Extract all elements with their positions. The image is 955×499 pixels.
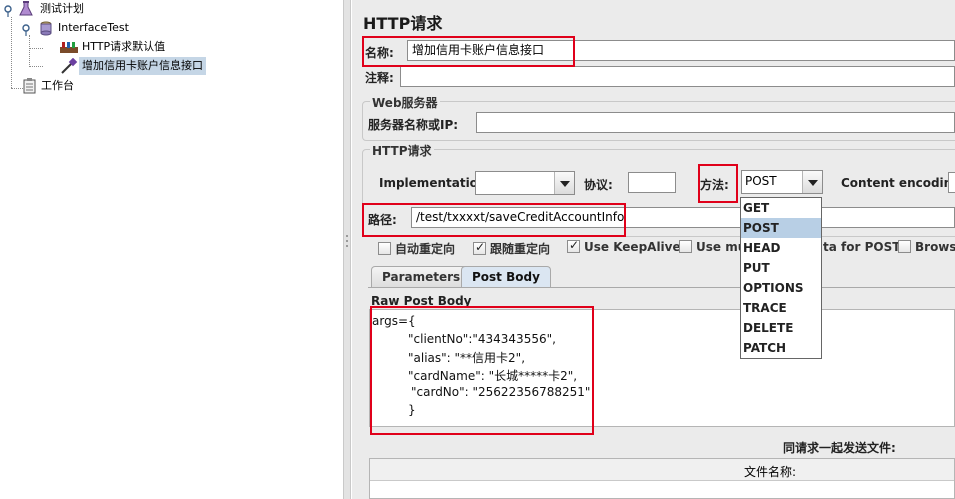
- method-dropdown-list[interactable]: GET POST HEAD PUT OPTIONS TRACE DELETE PATCH: [740, 197, 822, 359]
- tree-item-sampler[interactable]: 增加信用卡账户信息接口: [0, 57, 220, 75]
- comment-field[interactable]: [400, 66, 955, 87]
- splitter-grip: [346, 245, 348, 247]
- checkbox-icon: [898, 240, 911, 253]
- tree-item-thread-group[interactable]: InterfaceTest: [0, 19, 200, 37]
- tab-parameters[interactable]: Parameters: [371, 266, 472, 288]
- checkbox-icon: [378, 242, 391, 255]
- flask-icon: [18, 1, 34, 17]
- tree-label: InterfaceTest: [58, 21, 129, 34]
- tree-label: 测试计划: [40, 2, 84, 15]
- tree-item-test-plan[interactable]: 测试计划: [0, 0, 200, 18]
- comment-label: 注释:: [365, 71, 394, 85]
- method-option[interactable]: POST: [741, 218, 821, 238]
- keepalive-checkbox[interactable]: Use KeepAlive: [567, 238, 681, 256]
- method-label: 方法:: [700, 178, 729, 192]
- splitter-grip: [346, 235, 348, 237]
- tab-divider: [368, 287, 955, 288]
- pipette-icon: [60, 57, 78, 74]
- method-option[interactable]: PATCH: [741, 338, 821, 358]
- checkbox-label: Browse: [915, 240, 955, 254]
- body-line: "cardNo": "25622356788251": [411, 385, 591, 399]
- body-line: args={: [372, 314, 416, 328]
- method-select[interactable]: POST: [741, 170, 823, 194]
- tree-item-http-defaults[interactable]: HTTP请求默认值: [0, 38, 200, 56]
- content-encoding-label: Content encoding:: [841, 176, 955, 190]
- send-files-label: 同请求一起发送文件:: [783, 441, 896, 455]
- expand-toggle-icon[interactable]: [22, 20, 38, 36]
- name-label: 名称:: [365, 46, 394, 60]
- checkbox-icon: [679, 240, 692, 253]
- splitter-grip: [346, 240, 348, 242]
- name-field[interactable]: 增加信用卡账户信息接口: [407, 40, 955, 61]
- protocol-field[interactable]: [628, 172, 676, 193]
- method-option[interactable]: PUT: [741, 258, 821, 278]
- raw-post-body-label: Raw Post Body: [371, 294, 472, 308]
- checkbox-checked-icon: [567, 238, 580, 253]
- server-field[interactable]: [476, 112, 955, 133]
- body-line: }: [408, 403, 416, 417]
- protocol-label: 协议:: [584, 178, 613, 192]
- path-label: 路径:: [368, 213, 397, 227]
- multipart-label-tail: ta for POST: [823, 240, 901, 254]
- web-server-group-title: Web服务器: [370, 94, 440, 111]
- method-option[interactable]: GET: [741, 198, 821, 218]
- tree-item-workbench[interactable]: 工作台: [0, 77, 200, 95]
- panel-splitter[interactable]: [343, 0, 351, 499]
- method-option[interactable]: DELETE: [741, 318, 821, 338]
- chevron-down-icon: [802, 171, 822, 193]
- checkbox-label: Use KeepAlive: [584, 240, 681, 254]
- browser-headers-checkbox[interactable]: Browse: [898, 240, 955, 256]
- tree-label: 增加信用卡账户信息接口: [79, 57, 206, 75]
- path-field[interactable]: /test/txxxxt/saveCreditAccountInfo: [411, 207, 955, 228]
- checkbox-checked-icon: [473, 240, 486, 255]
- implementation-select[interactable]: [475, 171, 575, 195]
- tree-label: 工作台: [41, 79, 74, 92]
- http-request-group-title: HTTP请求: [370, 142, 434, 159]
- config-element-icon: [60, 39, 78, 55]
- method-option[interactable]: HEAD: [741, 238, 821, 258]
- checkbox-label: 自动重定向: [395, 242, 456, 256]
- thread-group-icon: [38, 20, 54, 36]
- checkbox-label: 跟随重定向: [490, 242, 551, 256]
- body-line: "cardName": "长城*****卡2",: [408, 369, 578, 383]
- test-plan-tree: 测试计划 InterfaceTest HTTP请求默认值 增加信用卡账户信息接口…: [0, 0, 343, 499]
- tab-post-body[interactable]: Post Body: [461, 266, 551, 288]
- auto-redirect-checkbox[interactable]: 自动重定向: [378, 240, 455, 256]
- files-table-header: [370, 459, 954, 481]
- http-request-panel: HTTP请求 名称: 增加信用卡账户信息接口 注释: Web服务器 服务器名称或…: [352, 0, 955, 499]
- file-name-column-header: 文件名称:: [744, 465, 797, 479]
- tree-label: HTTP请求默认值: [82, 40, 166, 53]
- content-encoding-field[interactable]: [948, 172, 955, 193]
- panel-title: HTTP请求: [363, 14, 443, 33]
- follow-redirect-checkbox[interactable]: 跟随重定向: [473, 240, 550, 256]
- body-line: "alias": "**信用卡2",: [408, 351, 526, 365]
- clipboard-icon: [22, 78, 38, 94]
- body-line: "clientNo":"434343556",: [408, 332, 556, 346]
- method-value: POST: [745, 174, 777, 188]
- method-option[interactable]: TRACE: [741, 298, 821, 318]
- method-option[interactable]: OPTIONS: [741, 278, 821, 298]
- server-label: 服务器名称或IP:: [368, 118, 459, 132]
- chevron-down-icon: [554, 172, 574, 194]
